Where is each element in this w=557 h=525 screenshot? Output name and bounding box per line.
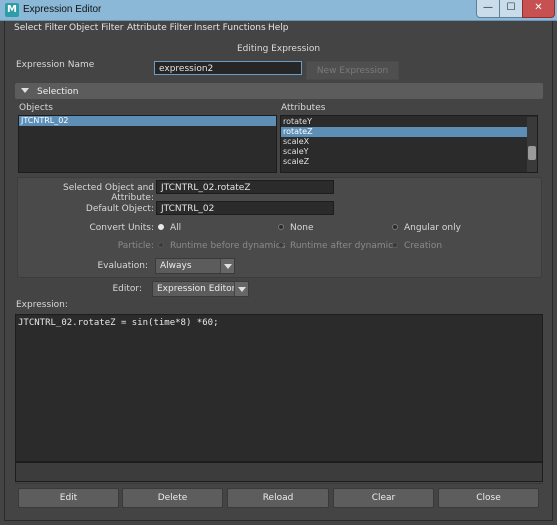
expression-name-label: Expression Name (16, 60, 95, 70)
attribute-item[interactable]: scaleX (281, 137, 537, 147)
collapse-triangle-icon[interactable] (21, 88, 29, 93)
close-button[interactable]: Close (438, 488, 539, 508)
object-item[interactable]: JTCNTRL_02 (19, 116, 276, 126)
editor-value: Expression Editor (157, 284, 236, 294)
selection-header-label: Selection (37, 87, 79, 97)
editor-label: Editor: (112, 284, 142, 294)
selected-object-attribute-field[interactable]: JTCNTRL_02.rotateZ (156, 180, 334, 194)
maya-app-icon: M (5, 3, 19, 17)
chevron-down-icon (220, 259, 234, 273)
menu-attribute-filter[interactable]: Attribute Filter (127, 23, 192, 33)
minimize-button[interactable]: — (476, 0, 500, 18)
radio-runtime-before-label: Runtime before dynamics (170, 241, 286, 251)
attribute-item[interactable]: scaleY (281, 147, 537, 157)
attributes-scrollbar[interactable] (527, 117, 537, 172)
radio-angular-only-label: Angular only (404, 223, 461, 233)
convert-units-label: Convert Units: (89, 223, 155, 233)
radio-creation (392, 242, 398, 248)
divider (15, 483, 543, 484)
menu-help[interactable]: Help (268, 23, 289, 33)
mode-heading: Editing Expression (236, 44, 321, 54)
particle-label: Particle: (117, 241, 154, 251)
delete-button[interactable]: Delete (122, 488, 223, 508)
objects-label: Objects (19, 103, 54, 113)
radio-runtime-after (278, 242, 284, 248)
editor-dropdown[interactable]: Expression Editor (152, 281, 249, 297)
close-window-button[interactable]: ✕ (522, 0, 555, 18)
menu-insert-functions[interactable]: Insert Functions (194, 23, 266, 33)
expression-text-area[interactable] (15, 314, 543, 462)
clear-button[interactable]: Clear (333, 488, 434, 508)
radio-none[interactable] (278, 224, 284, 230)
edit-button[interactable]: Edit (18, 488, 119, 508)
attribute-item[interactable]: rotateZ (281, 127, 527, 137)
selected-object-attribute-label: Selected Object and Attribute: (63, 183, 154, 203)
radio-angular-only[interactable] (392, 224, 398, 230)
radio-runtime-before (158, 242, 164, 248)
radio-runtime-after-label: Runtime after dynamics (290, 241, 398, 251)
objects-list[interactable]: JTCNTRL_02 (18, 115, 277, 173)
horizontal-scrollbar[interactable] (15, 462, 543, 482)
reload-button[interactable]: Reload (227, 488, 329, 508)
evaluation-value: Always (160, 261, 192, 271)
attributes-scrollbar-thumb[interactable] (528, 146, 536, 160)
chevron-down-icon (234, 282, 248, 296)
window-title: Expression Editor (23, 4, 102, 15)
menu-object-filter[interactable]: Object Filter (69, 23, 123, 33)
menu-select-filter[interactable]: Select Filter (14, 23, 67, 33)
attribute-item[interactable]: scaleZ (281, 157, 537, 167)
expression-label: Expression: (16, 300, 68, 310)
maximize-button[interactable]: ☐ (499, 0, 523, 18)
expression-name-field[interactable]: expression2 (154, 61, 302, 75)
evaluation-dropdown[interactable]: Always (155, 258, 235, 274)
default-object-field[interactable]: JTCNTRL_02 (156, 201, 334, 215)
radio-creation-label: Creation (404, 241, 443, 251)
radio-none-label: None (290, 223, 314, 233)
new-expression-button[interactable]: New Expression (306, 61, 399, 80)
radio-all[interactable] (158, 224, 164, 230)
selection-section-header[interactable] (15, 83, 543, 99)
default-object-label: Default Object: (85, 204, 154, 214)
attribute-item[interactable]: rotateY (281, 117, 537, 127)
attributes-label: Attributes (281, 103, 326, 113)
evaluation-label: Evaluation: (97, 261, 148, 271)
attributes-list[interactable]: rotateY rotateZ scaleX scaleY scaleZ (280, 115, 538, 173)
radio-all-label: All (170, 223, 182, 233)
expression-code[interactable]: JTCNTRL_02.rotateZ = sin(time*8) *60; (18, 318, 218, 328)
